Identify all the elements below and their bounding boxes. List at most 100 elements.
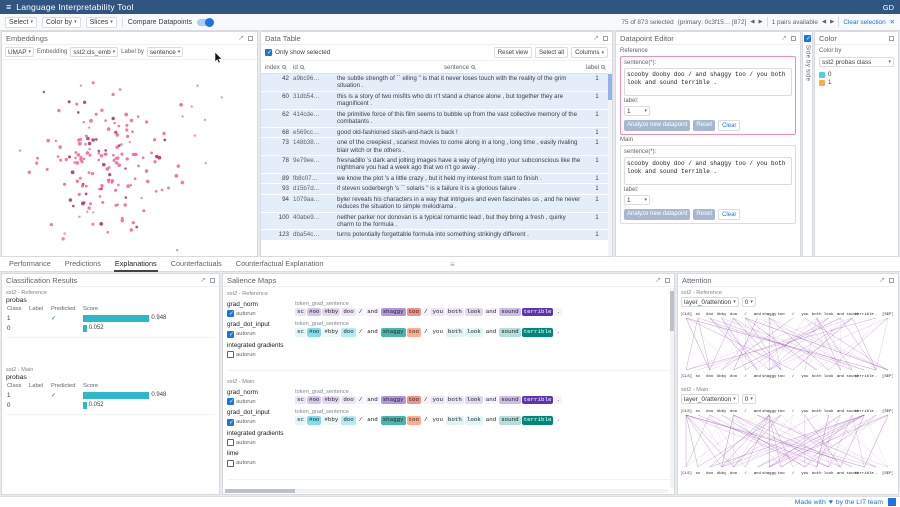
layer-select[interactable]: layer_0/attention▾ bbox=[681, 394, 739, 404]
maximize-icon[interactable] bbox=[603, 36, 608, 41]
datapoint[interactable] bbox=[81, 184, 84, 187]
salience-token[interactable]: . bbox=[554, 416, 561, 424]
salience-token[interactable]: doo bbox=[341, 308, 355, 316]
datapoint[interactable] bbox=[83, 101, 86, 104]
slices-menu[interactable]: Slices▾ bbox=[86, 17, 117, 28]
datapoint[interactable] bbox=[95, 138, 98, 141]
datapoint[interactable] bbox=[130, 228, 133, 231]
scrollbar-thumb[interactable] bbox=[670, 291, 674, 331]
datapoint[interactable] bbox=[112, 117, 115, 120]
select-all-button[interactable]: Select all bbox=[535, 47, 568, 58]
autorun-checkbox[interactable] bbox=[227, 351, 234, 358]
datapoint[interactable] bbox=[106, 231, 109, 234]
salience-token[interactable]: too bbox=[407, 308, 421, 316]
datapoint[interactable] bbox=[87, 206, 90, 209]
column-header-label[interactable]: label bbox=[584, 64, 610, 71]
datapoint[interactable] bbox=[91, 172, 94, 175]
salience-token[interactable]: / bbox=[357, 328, 364, 336]
datapoint[interactable] bbox=[92, 81, 95, 84]
tab-counterfactual-explanation[interactable]: Counterfactual Explanation bbox=[235, 257, 325, 272]
salience-token[interactable]: terrible bbox=[522, 396, 554, 404]
salience-token[interactable]: doo bbox=[341, 416, 355, 424]
datapoint[interactable] bbox=[117, 163, 121, 167]
projector-select[interactable]: UMAP▾ bbox=[5, 47, 34, 57]
compare-datapoints-toggle[interactable] bbox=[197, 19, 213, 26]
datapoint[interactable] bbox=[114, 204, 117, 207]
salience-token[interactable]: too bbox=[407, 416, 421, 424]
attention-plot[interactable]: [CLS][CLS]scsc#oo#oo#bby#bbydoodoo//anda… bbox=[681, 307, 893, 381]
column-header-sentence[interactable]: sentence bbox=[335, 64, 584, 71]
analyze-button[interactable]: Analyze new datapoint bbox=[624, 120, 690, 131]
datapoint[interactable] bbox=[65, 158, 68, 161]
datapoint[interactable] bbox=[137, 115, 140, 118]
datapoint[interactable] bbox=[124, 113, 128, 117]
table-row[interactable]: 93d15b7d…if steven soderbergh 's `` sola… bbox=[261, 184, 612, 194]
head-select[interactable]: 0▾ bbox=[742, 297, 756, 307]
datapoint[interactable] bbox=[129, 141, 131, 143]
table-row[interactable]: 73148b38…one of the creepiest , scariest… bbox=[261, 138, 612, 156]
salience-token[interactable]: sc bbox=[295, 416, 306, 424]
table-scrollbar[interactable] bbox=[608, 72, 612, 256]
datapoint[interactable] bbox=[102, 163, 106, 167]
datapoint[interactable] bbox=[75, 151, 78, 154]
salience-token[interactable]: sc bbox=[295, 328, 306, 336]
salience-token[interactable]: both bbox=[446, 396, 464, 404]
datapoint[interactable] bbox=[75, 161, 79, 165]
datapoint[interactable] bbox=[123, 203, 127, 207]
column-header-id[interactable]: id bbox=[291, 64, 335, 71]
datapoint[interactable] bbox=[84, 143, 87, 146]
salience-token[interactable]: shaggy bbox=[381, 328, 406, 336]
datapoint[interactable] bbox=[181, 115, 183, 117]
search-icon[interactable] bbox=[300, 65, 304, 69]
datapoint[interactable] bbox=[112, 154, 115, 157]
head-select[interactable]: 0▾ bbox=[742, 394, 756, 404]
table-row[interactable]: 10040abe9…neither parker nor donovan is … bbox=[261, 213, 612, 231]
label-by-select[interactable]: sentence▾ bbox=[147, 47, 183, 57]
salience-token[interactable]: / bbox=[357, 308, 364, 316]
datapoint[interactable] bbox=[58, 145, 62, 149]
layer-select[interactable]: layer_0/attention▾ bbox=[681, 297, 739, 307]
datapoint[interactable] bbox=[150, 152, 153, 155]
datapoint[interactable] bbox=[89, 154, 92, 157]
salience-token[interactable]: shaggy bbox=[381, 416, 406, 424]
tab-predictions[interactable]: Predictions bbox=[64, 257, 102, 272]
menu-icon[interactable]: ≡ bbox=[6, 3, 11, 12]
datapoint[interactable] bbox=[86, 137, 90, 141]
datapoint[interactable] bbox=[89, 119, 93, 123]
datapoint[interactable] bbox=[114, 157, 117, 160]
datapoint[interactable] bbox=[76, 180, 79, 183]
datapoint[interactable] bbox=[74, 157, 77, 160]
salience-token[interactable]: sound bbox=[499, 328, 520, 336]
salience-token[interactable]: and bbox=[484, 308, 498, 316]
datapoint[interactable] bbox=[100, 188, 103, 191]
datapoint[interactable] bbox=[35, 162, 38, 165]
datapoint[interactable] bbox=[118, 125, 121, 128]
embedding-projection[interactable] bbox=[2, 60, 257, 256]
datapoint[interactable] bbox=[162, 132, 165, 135]
datapoint[interactable] bbox=[146, 180, 150, 184]
color-by-menu[interactable]: Color by▾ bbox=[42, 17, 81, 28]
salience-token[interactable]: sound bbox=[499, 308, 520, 316]
datapoint[interactable] bbox=[145, 120, 148, 123]
datapoint[interactable] bbox=[140, 197, 142, 199]
next-pair-icon[interactable]: ▶ bbox=[830, 19, 834, 25]
datapoint[interactable] bbox=[86, 151, 90, 155]
table-row[interactable]: 42a9bc96…the subtle strength of `` ellin… bbox=[261, 74, 612, 92]
datapoint[interactable] bbox=[194, 134, 196, 136]
salience-token[interactable]: shaggy bbox=[381, 396, 406, 404]
datapoint[interactable] bbox=[83, 121, 85, 123]
side-by-side-checkbox[interactable] bbox=[804, 35, 811, 42]
datapoint[interactable] bbox=[73, 161, 75, 163]
autorun-checkbox[interactable] bbox=[227, 419, 234, 426]
datapoint[interactable] bbox=[132, 221, 135, 224]
popout-icon[interactable]: ↗ bbox=[655, 276, 661, 284]
salience-token[interactable]: and bbox=[484, 396, 498, 404]
datapoint[interactable] bbox=[28, 171, 31, 174]
datapoint[interactable] bbox=[92, 211, 94, 213]
autorun-checkbox[interactable] bbox=[227, 398, 234, 405]
datapoint[interactable] bbox=[111, 181, 114, 184]
reset-view-button[interactable]: Reset view bbox=[494, 47, 532, 58]
datapoint[interactable] bbox=[43, 91, 45, 93]
salience-token[interactable]: doo bbox=[341, 328, 355, 336]
datapoint[interactable] bbox=[98, 150, 101, 153]
